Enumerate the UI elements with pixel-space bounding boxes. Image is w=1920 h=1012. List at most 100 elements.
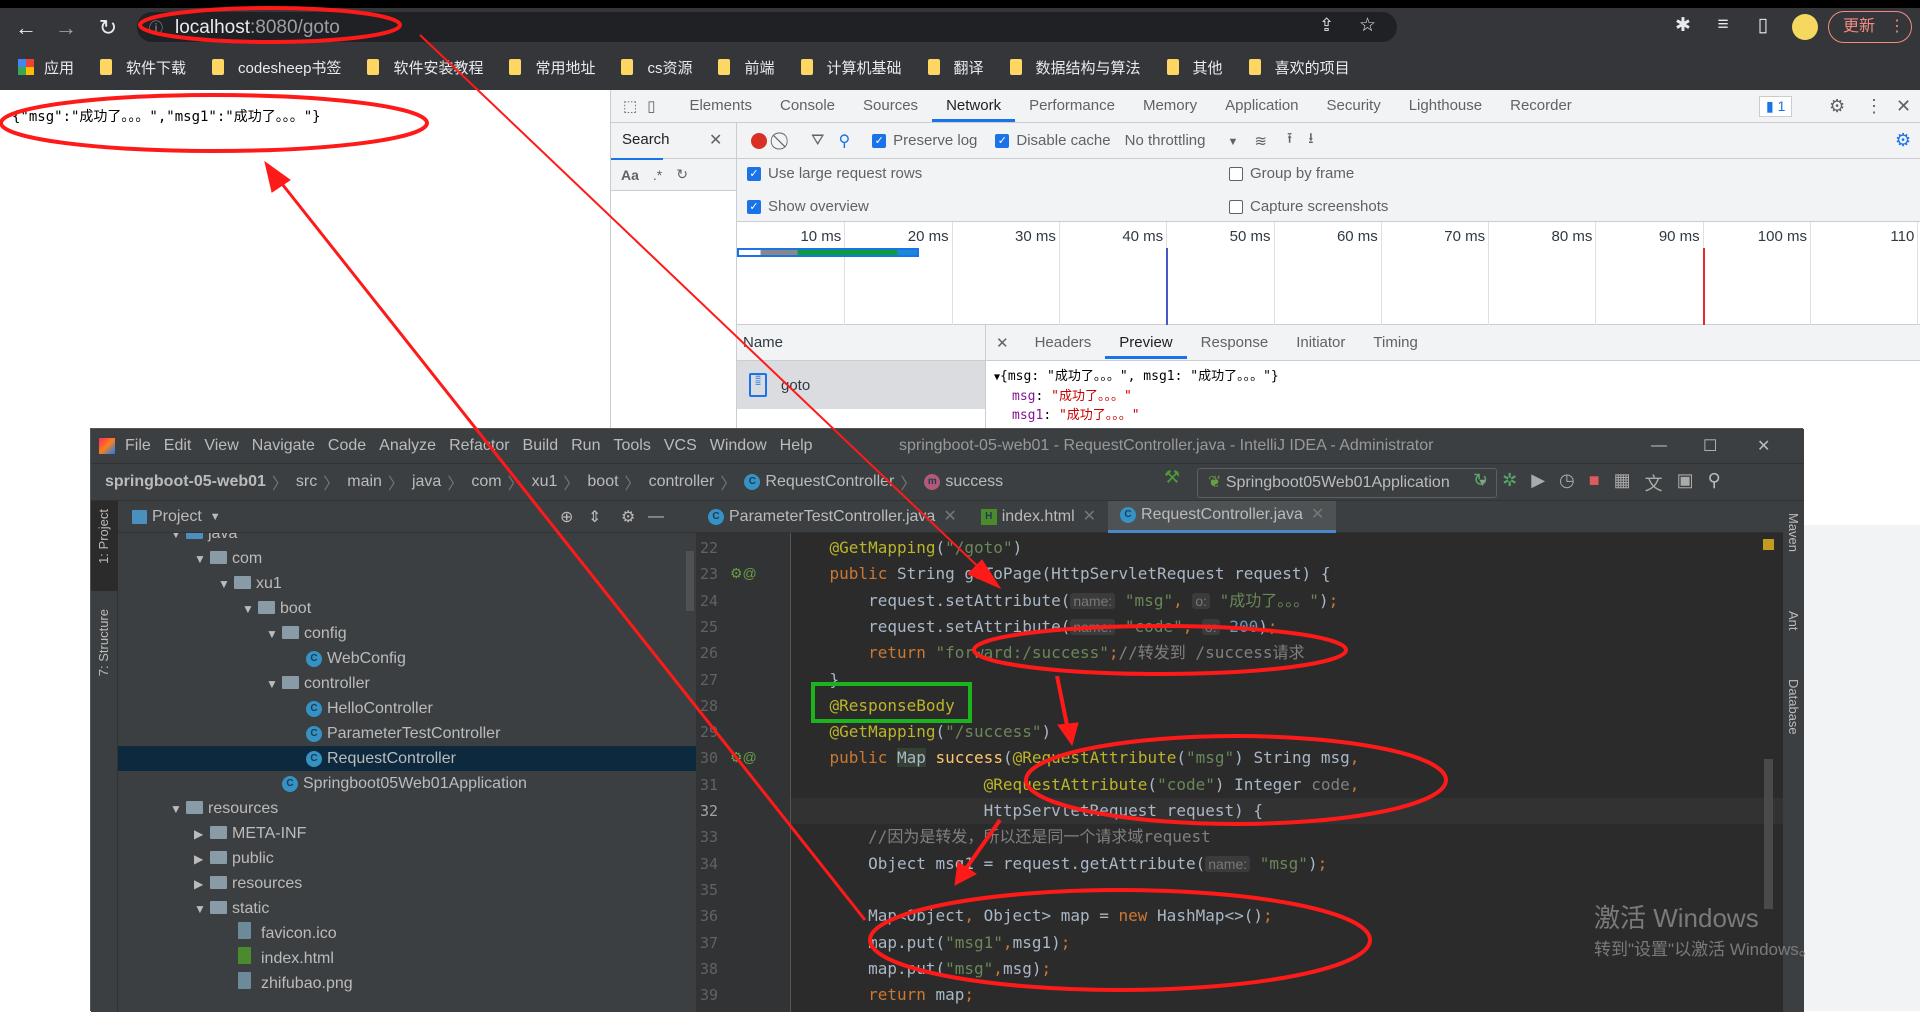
close-tab-icon[interactable]: ✕ [1083, 501, 1096, 533]
breadcrumb-item[interactable]: src [296, 473, 317, 491]
code-line[interactable]: return map; [791, 982, 1783, 1008]
run-config-select[interactable]: ❦ Springboot05Web01Application ▼ [1197, 468, 1497, 498]
bookmark-item[interactable]: 数据结构与算法 [1009, 57, 1141, 78]
tree-item[interactable]: C HelloController [118, 696, 696, 721]
menu-tools[interactable]: Tools [613, 437, 650, 455]
bookmark-item[interactable]: 其他 [1166, 57, 1223, 78]
tree-scrollbar[interactable] [686, 551, 694, 611]
setting-checkbox[interactable]: ✓ Show overview [747, 198, 869, 215]
setting-checkbox[interactable]: Group by frame [1229, 165, 1354, 182]
devtools-tab-performance[interactable]: Performance [1015, 90, 1129, 122]
expanded-arrow-icon[interactable]: ▼ [194, 897, 210, 922]
breadcrumb-item[interactable]: controller [649, 473, 715, 491]
tree-item[interactable]: ▼ resources [118, 796, 696, 821]
breadcrumb-item[interactable]: boot [587, 473, 618, 491]
refresh-icon[interactable]: ↻ [676, 166, 688, 183]
minimize-button[interactable]: — [1651, 437, 1667, 455]
bookmark-item[interactable]: 常用地址 [509, 57, 595, 78]
tree-item[interactable]: ▶ META-INF [118, 821, 696, 846]
expanded-arrow-icon[interactable]: ▼ [170, 797, 186, 822]
menu-refactor[interactable]: Refactor [449, 437, 509, 455]
code-line[interactable]: } [791, 667, 1783, 693]
inspect-icon[interactable]: ⬚ [623, 97, 637, 115]
tree-item[interactable]: C RequestController [118, 746, 696, 771]
issues-badge[interactable]: ▮ 1 [1759, 96, 1793, 117]
tree-item[interactable]: C ParameterTestController [118, 721, 696, 746]
devtools-tab-lighthouse[interactable]: Lighthouse [1395, 90, 1496, 122]
tree-item[interactable]: C WebConfig [118, 646, 696, 671]
preserve-log-checkbox[interactable]: ✓ Preserve log [872, 132, 977, 149]
close-details-icon[interactable]: ✕ [996, 334, 1009, 352]
chevron-down-icon[interactable]: ▼ [210, 511, 221, 523]
menu-navigate[interactable]: Navigate [252, 437, 315, 455]
maven-tool-button[interactable]: Maven [1786, 513, 1801, 552]
editor-tab[interactable]: C RequestController.java ✕ [1108, 499, 1337, 533]
tree-item[interactable]: zhifubao.png [118, 971, 696, 996]
search-everywhere-icon[interactable]: ⚲ [1708, 470, 1721, 496]
expanded-arrow-icon[interactable]: ▼ [242, 597, 258, 622]
extensions-icon[interactable]: ✱ [1670, 14, 1696, 37]
tree-item[interactable]: ▶ resources [118, 871, 696, 896]
breadcrumb-item[interactable]: java [412, 473, 441, 491]
expanded-arrow-icon[interactable]: ▼ [266, 622, 282, 647]
collapsed-arrow-icon[interactable]: ▶ [194, 872, 210, 897]
code-line[interactable]: @GetMapping("/success") [791, 719, 1783, 745]
code-line[interactable]: @RequestAttribute("code") Integer code, [791, 772, 1783, 798]
collapsed-arrow-icon[interactable]: ▶ [194, 822, 210, 847]
checkbox[interactable] [1229, 167, 1243, 182]
project-structure-icon[interactable]: ▦ [1614, 470, 1631, 496]
tree-item[interactable]: ▼ config [118, 621, 696, 646]
warning-marker[interactable] [1763, 539, 1774, 550]
info-icon[interactable]: ⓘ [149, 18, 163, 38]
tree-item[interactable]: ▼ java [118, 533, 696, 546]
detail-tab-initiator[interactable]: Initiator [1282, 327, 1359, 359]
request-mapping-gutter-icon[interactable]: ⚙@ [730, 749, 757, 766]
more-options-icon[interactable]: ⋮ [1865, 96, 1883, 117]
detail-tab-timing[interactable]: Timing [1359, 327, 1431, 359]
tree-item[interactable]: index.html [118, 946, 696, 971]
tree-item[interactable]: favicon.ico [118, 921, 696, 946]
checkbox[interactable]: ✓ [747, 167, 761, 182]
detail-tab-response[interactable]: Response [1187, 327, 1283, 359]
menu-run[interactable]: Run [571, 437, 600, 455]
editor-tab[interactable]: Hindex.html ✕ [969, 501, 1108, 533]
code-line[interactable]: Object msg1 = request.getAttribute(name:… [791, 851, 1783, 877]
network-settings-icon[interactable]: ⚙ [1895, 130, 1911, 151]
code-line[interactable]: request.setAttribute(name: "msg", o: "成功… [791, 588, 1783, 614]
bookmark-item[interactable]: 软件安装教程 [367, 57, 483, 78]
code-line[interactable]: HttpServletRequest request) { [791, 798, 1783, 824]
breadcrumb-item[interactable]: RequestController [765, 473, 894, 491]
menu-code[interactable]: Code [328, 437, 366, 455]
collapse-all-icon[interactable]: ⇕ [588, 507, 601, 527]
bookmark-item[interactable]: 软件下载 [100, 57, 186, 78]
update-button[interactable]: 更新 ⋮ [1828, 11, 1912, 43]
bookmark-item[interactable]: codesheep书签 [212, 57, 341, 78]
expanded-arrow-icon[interactable]: ▼ [266, 672, 282, 697]
export-har-icon[interactable]: ⭳ [1308, 128, 1313, 153]
close-tab-icon[interactable]: ✕ [1311, 499, 1324, 531]
structure-tool-button[interactable]: 7: Structure [96, 609, 111, 676]
search-tab[interactable]: Search ✕ [611, 122, 737, 160]
star-icon[interactable]: ☆ [1359, 14, 1376, 37]
devtools-tab-network[interactable]: Network [932, 90, 1016, 122]
devtools-tab-application[interactable]: Application [1211, 90, 1312, 122]
tree-item[interactable]: C Springboot05Web01Application [118, 771, 696, 796]
network-conditions-icon[interactable]: ≋ [1254, 132, 1267, 150]
address-bar[interactable]: ⓘ localhost:8080/goto ⇪ ☆ [137, 12, 1397, 42]
device-toolbar-icon[interactable]: ▯ [647, 97, 655, 115]
bookmark-item[interactable]: 喜欢的项目 [1248, 57, 1350, 78]
close-tab-icon[interactable]: ✕ [943, 501, 956, 533]
tree-item[interactable]: ▼ controller [118, 671, 696, 696]
code-line[interactable]: request.setAttribute(name: "code", o: 20… [791, 614, 1783, 640]
setting-checkbox[interactable]: ✓ Use large request rows [747, 165, 922, 182]
detail-tab-preview[interactable]: Preview [1105, 327, 1187, 359]
code-line[interactable]: //因为是转发，所以还是同一个请求域request [791, 824, 1783, 850]
tree-item[interactable]: ▼ boot [118, 596, 696, 621]
media-icon[interactable]: ≡ [1710, 14, 1736, 36]
preview-root[interactable]: ▼{msg: "成功了。。。", msg1: "成功了。。。"} [994, 367, 1913, 387]
code-line[interactable]: public String goToPage(HttpServletReques… [791, 561, 1783, 587]
menu-vcs[interactable]: VCS [664, 437, 697, 455]
detail-tab-headers[interactable]: Headers [1021, 327, 1106, 359]
maximize-button[interactable]: ☐ [1703, 436, 1717, 456]
settings-gear-icon[interactable]: ⚙ [621, 507, 635, 527]
